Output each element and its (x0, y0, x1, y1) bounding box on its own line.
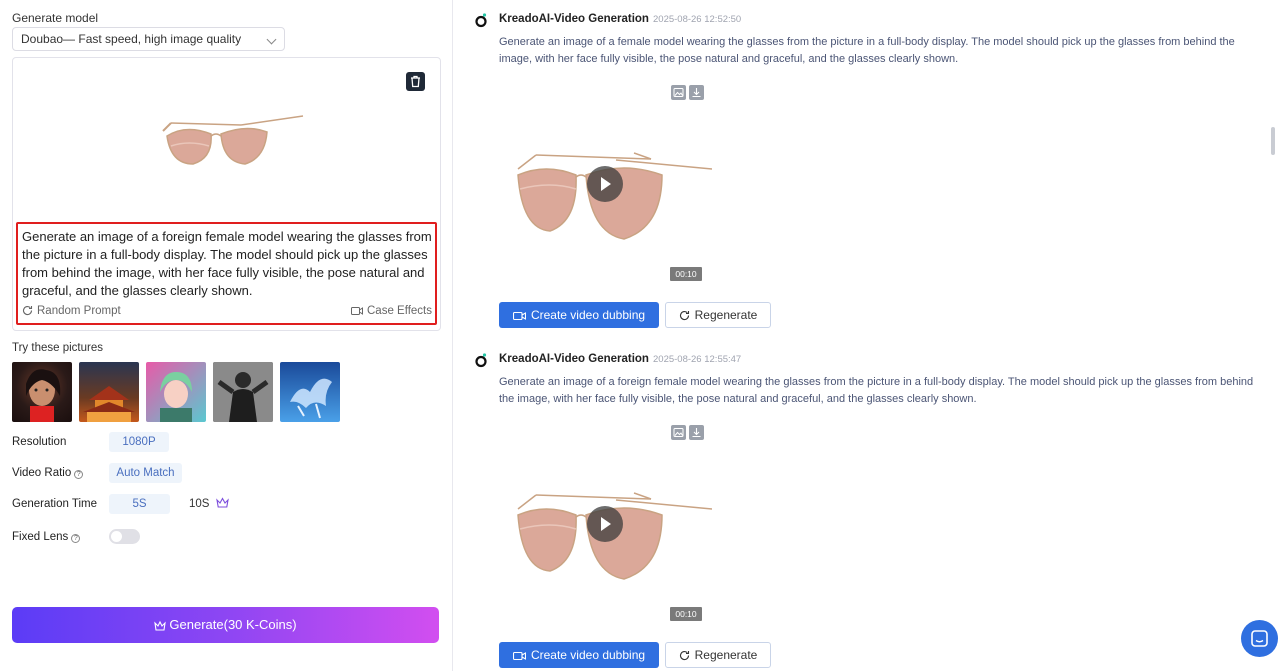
feed-item-time: 2025-08-26 12:55:47 (653, 354, 742, 365)
sample-picture-temple[interactable] (79, 362, 139, 422)
play-button[interactable] (587, 166, 623, 202)
model-select[interactable]: Doubao— Fast speed, high image quality (12, 27, 285, 51)
video-duration: 00:10 (670, 267, 702, 281)
kreado-logo-icon (475, 13, 487, 28)
video-ratio-label: Video Ratio (12, 467, 72, 479)
feed-item-title: KreadoAI-Video Generation (499, 353, 649, 365)
help-icon[interactable]: ? (74, 470, 84, 479)
refresh-icon (679, 311, 689, 321)
chat-icon (1251, 630, 1268, 647)
prompt-text[interactable]: Generate an image of a foreign female mo… (22, 228, 432, 300)
play-button[interactable] (587, 506, 623, 542)
regenerate-label: Regenerate (694, 648, 758, 662)
download-icon[interactable] (689, 425, 704, 440)
chevron-down-icon (266, 34, 277, 45)
create-video-dubbing-label: Create video dubbing (530, 648, 646, 662)
create-video-dubbing-button[interactable]: Create video dubbing (499, 642, 659, 668)
sample-picture-athlete[interactable] (213, 362, 273, 422)
settings-panel: Generate model Doubao— Fast speed, high … (0, 0, 453, 671)
sample-picture-anime[interactable] (146, 362, 206, 422)
video-ratio-row: Video Ratio? (12, 467, 84, 479)
generation-time-option-10s-label: 10S (189, 498, 210, 510)
feed-scrollbar[interactable] (1271, 127, 1275, 155)
video-icon (512, 651, 526, 661)
video-result[interactable]: 00:10 (499, 80, 713, 290)
sample-picture-dragon[interactable] (280, 362, 340, 422)
delete-icon[interactable] (406, 72, 425, 91)
random-prompt-label: Random Prompt (37, 305, 121, 317)
feed-item-time: 2025-08-26 12:52:50 (653, 14, 742, 25)
image-icon[interactable] (671, 85, 686, 100)
case-effects-label: Case Effects (367, 305, 432, 317)
help-icon[interactable]: ? (71, 534, 81, 543)
random-prompt-button[interactable]: Random Prompt (22, 305, 121, 317)
toggle-knob (111, 531, 122, 542)
create-video-dubbing-label: Create video dubbing (530, 308, 646, 322)
case-effects-button[interactable]: Case Effects (351, 305, 432, 317)
model-label: Generate model (12, 11, 99, 25)
generation-time-label: Generation Time (12, 498, 98, 510)
video-icon (512, 311, 526, 321)
crown-icon (215, 497, 229, 508)
try-pictures-label: Try these pictures (12, 342, 103, 354)
sample-picture-woman[interactable] (12, 362, 72, 422)
regenerate-button[interactable]: Regenerate (665, 642, 771, 668)
uploaded-glasses-image (162, 115, 304, 165)
refresh-icon (22, 306, 33, 316)
generate-button-label: Generate(30 K-Coins) (169, 617, 297, 632)
chat-support-button[interactable] (1241, 620, 1278, 657)
video-icon (351, 307, 363, 315)
download-icon[interactable] (689, 85, 704, 100)
generation-time-option-10s[interactable]: 10S (189, 494, 229, 514)
fixed-lens-label: Fixed Lens (12, 531, 69, 543)
resolution-option-1080p[interactable]: 1080P (109, 432, 169, 452)
generation-feed: KreadoAI-Video Generation 2025-08-26 12:… (454, 0, 1280, 671)
fixed-lens-toggle[interactable] (109, 529, 140, 544)
video-result[interactable]: 00:10 (499, 420, 713, 630)
create-video-dubbing-button[interactable]: Create video dubbing (499, 302, 659, 328)
video-duration: 00:10 (670, 607, 702, 621)
kreado-logo-icon (475, 353, 487, 368)
resolution-label: Resolution (12, 436, 67, 448)
regenerate-button[interactable]: Regenerate (665, 302, 771, 328)
refresh-icon (679, 651, 689, 661)
crown-icon (154, 620, 167, 631)
fixed-lens-row: Fixed Lens? (12, 531, 81, 543)
model-select-value: Doubao— Fast speed, high image quality (21, 32, 242, 46)
generate-button[interactable]: Generate(30 K-Coins) (12, 607, 439, 643)
regenerate-label: Regenerate (694, 308, 758, 322)
prompt-input[interactable]: Generate an image of a foreign female mo… (16, 222, 437, 325)
feed-item-title: KreadoAI-Video Generation (499, 13, 649, 25)
image-icon[interactable] (671, 425, 686, 440)
feed-item-prompt: Generate an image of a female model wear… (499, 36, 1235, 65)
generation-time-option-5s[interactable]: 5S (109, 494, 170, 514)
feed-item-prompt: Generate an image of a foreign female mo… (499, 376, 1254, 405)
video-ratio-option[interactable]: Auto Match (109, 463, 182, 483)
